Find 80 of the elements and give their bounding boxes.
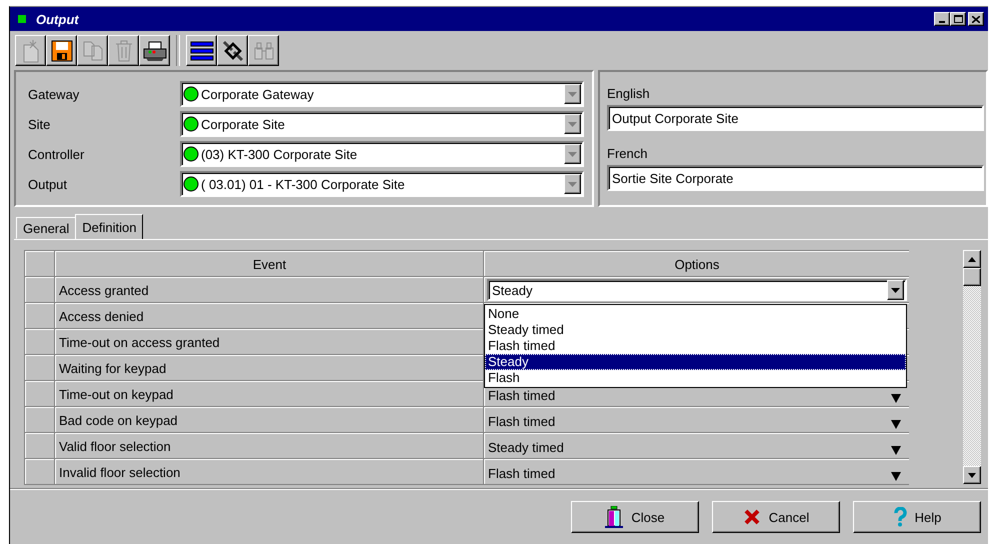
- option-select-field[interactable]: Steady: [487, 279, 907, 301]
- caret-icon: [891, 471, 901, 481]
- column-header: Options: [484, 251, 909, 276]
- grid-corner: [25, 251, 54, 276]
- dropdown-arrow-button[interactable]: [564, 174, 581, 194]
- minimize-button[interactable]: [934, 12, 950, 26]
- caret-icon: [891, 393, 901, 403]
- cross-icon: [742, 508, 761, 526]
- window-title: Output: [36, 12, 80, 26]
- save-tool-button[interactable]: [46, 35, 77, 66]
- caret-icon: [891, 445, 901, 455]
- caret-icon: [891, 288, 900, 292]
- caret-icon: [568, 122, 577, 126]
- dropdown-option[interactable]: Steady: [485, 354, 906, 370]
- column-header: Event: [55, 251, 483, 276]
- status-dot-icon: [183, 116, 199, 132]
- select-field[interactable]: ( 03.01) 01 - KT-300 Corporate Site: [180, 171, 584, 197]
- event-cell: Invalid floor selection: [55, 459, 483, 484]
- dropdown-arrow-button[interactable]: [564, 114, 581, 134]
- maximize-icon: [954, 15, 962, 23]
- field-label: Gateway: [28, 86, 80, 102]
- list-tool-button[interactable]: [186, 35, 217, 66]
- cancel-button[interactable]: Cancel: [712, 501, 840, 533]
- close-button[interactable]: Close: [571, 501, 699, 533]
- field-label: Site: [28, 116, 52, 132]
- status-dot-icon: [183, 176, 199, 192]
- select-field[interactable]: Corporate Gateway: [180, 81, 584, 107]
- field-label: English: [607, 86, 651, 101]
- copy-pages-icon: [82, 40, 104, 62]
- caret-icon: [568, 152, 577, 156]
- print-tool-button[interactable]: [139, 35, 170, 66]
- status-light-icon: [18, 15, 26, 23]
- event-cell: Time-out on keypad: [55, 381, 483, 406]
- list-bars-icon: [190, 40, 214, 62]
- link-tool-button[interactable]: [217, 35, 248, 66]
- caret-icon: [568, 92, 577, 96]
- scroll-up-button[interactable]: [963, 250, 981, 268]
- chain-link-icon: [220, 38, 244, 62]
- option-cell[interactable]: Flash timed: [484, 407, 909, 432]
- tab[interactable]: Definition: [75, 214, 144, 240]
- scroll-down-button[interactable]: [963, 466, 981, 484]
- vertical-scrollbar[interactable]: [963, 250, 981, 484]
- tab[interactable]: General: [16, 217, 76, 239]
- status-dot-icon: [183, 146, 199, 162]
- down-arrow-icon: [968, 472, 976, 478]
- door-icon: [605, 506, 624, 528]
- event-cell: Waiting for keypad: [55, 355, 483, 380]
- dropdown-arrow-button[interactable]: [564, 144, 581, 164]
- close-icon: [972, 16, 980, 22]
- dropdown-arrow-button[interactable]: [564, 84, 581, 104]
- event-cell: Bad code on keypad: [55, 407, 483, 432]
- option-cell[interactable]: Steady timed: [484, 433, 909, 458]
- field-label: Controller: [28, 146, 86, 162]
- caret-icon: [568, 182, 577, 186]
- question-mark-icon: [892, 507, 907, 527]
- close-window-button[interactable]: [968, 12, 984, 26]
- binoculars-icon: [252, 40, 274, 60]
- field-label: Output: [28, 176, 68, 192]
- dropdown-arrow-button[interactable]: [887, 280, 904, 300]
- caret-icon: [891, 419, 901, 429]
- printer-icon: [142, 40, 168, 62]
- maximize-button[interactable]: [950, 12, 966, 26]
- trash-can-icon: [114, 40, 134, 62]
- dropdown-option[interactable]: Steady timed: [485, 322, 906, 338]
- event-cell: Time-out on access granted: [55, 329, 483, 354]
- dropdown-option[interactable]: Flash timed: [485, 338, 906, 354]
- up-arrow-icon: [968, 256, 976, 262]
- select-field[interactable]: Corporate Site: [180, 111, 584, 137]
- text-field[interactable]: Sortie Site Corporate: [607, 165, 984, 191]
- status-dot-icon: [183, 86, 199, 102]
- text-field[interactable]: Output Corporate Site: [607, 105, 984, 131]
- option-cell[interactable]: Flash timed: [484, 459, 909, 484]
- field-label: French: [607, 146, 648, 161]
- select-field[interactable]: (03) KT-300 Corporate Site: [180, 141, 584, 167]
- event-cell: Access denied: [55, 303, 483, 328]
- help-button[interactable]: Help: [853, 501, 981, 533]
- scroll-thumb[interactable]: [963, 268, 981, 286]
- event-cell: Valid floor selection: [55, 433, 483, 458]
- dropdown-option[interactable]: None: [485, 306, 906, 322]
- event-cell: Access granted: [55, 277, 483, 302]
